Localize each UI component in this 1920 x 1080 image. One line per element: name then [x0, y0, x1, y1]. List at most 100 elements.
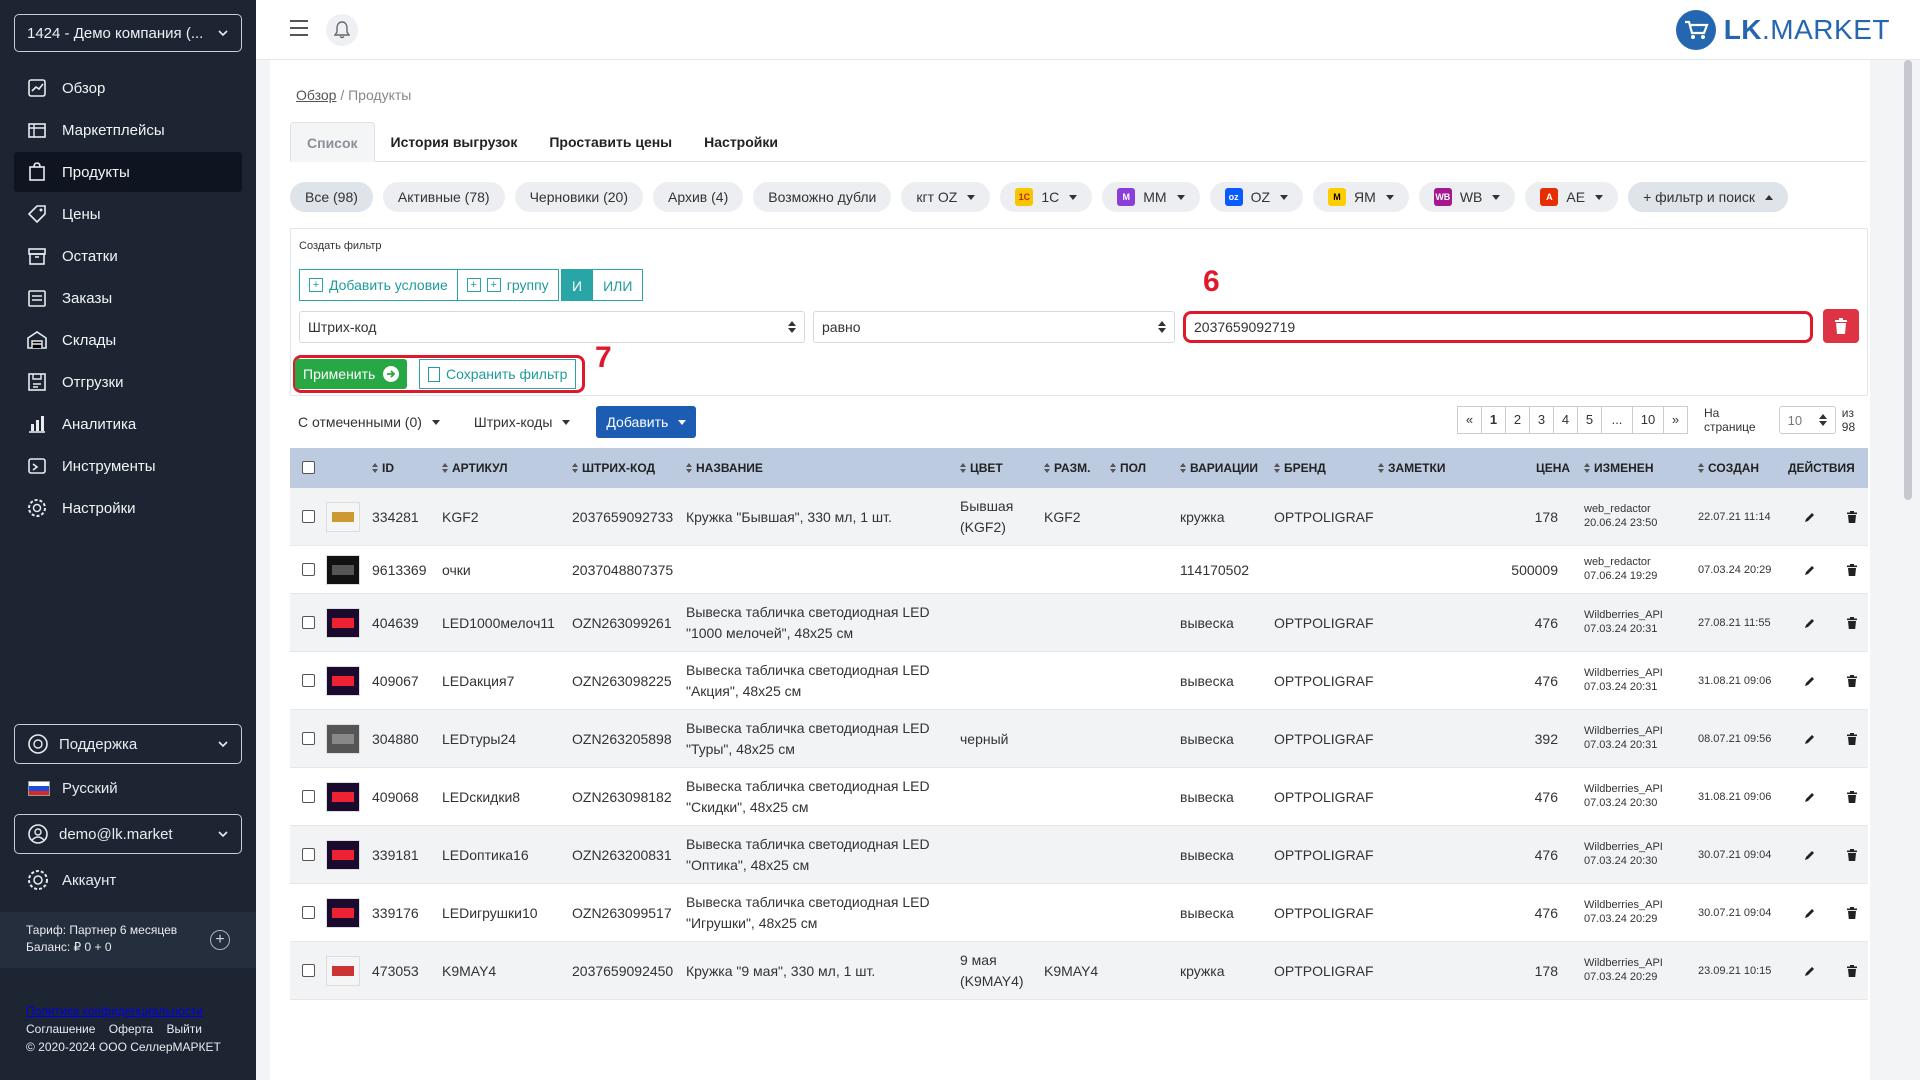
trash-icon[interactable]	[1846, 511, 1858, 523]
pager-page-button[interactable]: 1	[1481, 406, 1506, 434]
chip-oz[interactable]: oz OZ	[1209, 182, 1304, 212]
tab-upload-history[interactable]: История выгрузок	[375, 122, 534, 162]
tab-set-prices[interactable]: Проставить цены	[533, 122, 688, 162]
row-checkbox[interactable]	[302, 674, 315, 687]
cell-name[interactable]: Вывеска табличка светодиодная LED "Игруш…	[686, 892, 948, 934]
account-link[interactable]: Аккаунт	[26, 868, 116, 892]
col-gender[interactable]: ПОЛ	[1110, 461, 1146, 475]
spinner-arrows-icon[interactable]	[1818, 414, 1827, 426]
trash-icon[interactable]	[1846, 617, 1858, 629]
row-checkbox[interactable]	[302, 790, 315, 803]
sidebar-item-analytics[interactable]: Аналитика	[14, 404, 242, 444]
product-thumbnail[interactable]	[326, 724, 360, 754]
col-barcode[interactable]: ШТРИХ-КОД	[572, 461, 655, 475]
chip-ym[interactable]: M ЯМ	[1313, 182, 1409, 212]
chip-archive[interactable]: Архив (4)	[653, 182, 744, 212]
filter-field-select[interactable]: Штрих-код	[299, 311, 805, 343]
trash-icon[interactable]	[1846, 791, 1858, 803]
chip-1c[interactable]: 1С 1С	[1000, 182, 1093, 212]
product-thumbnail[interactable]	[326, 666, 360, 696]
cell-name[interactable]: Вывеска табличка светодиодная LED "Оптик…	[686, 834, 948, 876]
edit-pencil-icon[interactable]	[1804, 965, 1816, 977]
add-group-button[interactable]: + + группу	[456, 269, 559, 301]
edit-pencil-icon[interactable]	[1804, 564, 1816, 576]
chip-wb[interactable]: WB WB	[1418, 182, 1516, 212]
product-thumbnail[interactable]	[326, 956, 360, 986]
apply-filter-button[interactable]: Применить	[295, 359, 408, 389]
edit-pencil-icon[interactable]	[1804, 907, 1816, 919]
with-checked-dropdown[interactable]: С отмеченными (0)	[290, 406, 448, 438]
support-select[interactable]: Поддержка	[14, 724, 242, 764]
chip-all[interactable]: Все (98)	[290, 182, 373, 212]
cell-name[interactable]: Вывеска табличка светодиодная LED "1000 …	[686, 602, 948, 644]
filter-value-input[interactable]	[1183, 311, 1813, 343]
page-scrollbar[interactable]	[1904, 60, 1912, 500]
edit-pencil-icon[interactable]	[1804, 511, 1816, 523]
edit-pencil-icon[interactable]	[1804, 733, 1816, 745]
trash-icon[interactable]	[1846, 849, 1858, 861]
delete-condition-button[interactable]	[1823, 309, 1859, 343]
sidebar-item-tools[interactable]: Инструменты	[14, 446, 242, 486]
add-condition-button[interactable]: + Добавить условие	[299, 269, 458, 301]
col-id[interactable]: ID	[372, 461, 394, 475]
sidebar-item-warehouse[interactable]: Склады	[14, 320, 242, 360]
chip-duplicates[interactable]: Возможно дубли	[753, 182, 892, 212]
table-row[interactable]: 409068 LEDскидки8 OZN263098182 Вывеска табл…	[290, 768, 1868, 826]
cell-name[interactable]: Кружка "Бывшая", 330 мл, 1 шт.	[686, 509, 948, 525]
sidebar-item-products[interactable]: Продукты	[14, 152, 242, 192]
pager-page-button[interactable]: 10	[1632, 406, 1664, 434]
col-name[interactable]: НАЗВАНИЕ	[686, 461, 763, 475]
trash-icon[interactable]	[1846, 733, 1858, 745]
chip-ae[interactable]: A AE	[1525, 182, 1619, 212]
table-row[interactable]: 304880 LEDтуры24 OZN263205898 Вывеска табли…	[290, 710, 1868, 768]
sidebar-item-settings[interactable]: Настройки	[14, 488, 242, 528]
pager-prev-button[interactable]: «	[1457, 406, 1482, 434]
row-checkbox[interactable]	[302, 848, 315, 861]
pager-next-button[interactable]: »	[1663, 406, 1688, 434]
product-thumbnail[interactable]	[326, 898, 360, 928]
row-checkbox[interactable]	[302, 732, 315, 745]
trash-icon[interactable]	[1846, 675, 1858, 687]
table-row[interactable]: 473053 K9MAY4 2037659092450 Кружка "9 мая",…	[290, 942, 1868, 1000]
menu-toggle-icon[interactable]	[290, 20, 308, 36]
table-row[interactable]: 409067 LEDакция7 OZN263098225 Вывеска табли…	[290, 652, 1868, 710]
cell-name[interactable]: Вывеска табличка светодиодная LED "Акция…	[686, 660, 948, 702]
edit-pencil-icon[interactable]	[1804, 849, 1816, 861]
sidebar-item-orders[interactable]: Заказы	[14, 278, 242, 318]
agreement-link[interactable]: Соглашение	[26, 1022, 95, 1036]
trash-icon[interactable]	[1846, 564, 1858, 576]
pager-page-button[interactable]: 5	[1577, 406, 1602, 434]
cell-name[interactable]: Вывеска табличка светодиодная LED "Туры"…	[686, 718, 948, 760]
brand-logo[interactable]: LK.MARKET	[1675, 10, 1890, 50]
cell-name[interactable]: Вывеска табличка светодиодная LED "Скидк…	[686, 776, 948, 818]
pager-page-button[interactable]: ...	[1601, 406, 1633, 434]
chip-drafts[interactable]: Черновики (20)	[514, 182, 643, 212]
tab-settings[interactable]: Настройки	[688, 122, 794, 162]
col-price[interactable]: ЦЕНА	[1536, 461, 1570, 475]
trash-icon[interactable]	[1846, 907, 1858, 919]
barcodes-dropdown[interactable]: Штрих-коды	[466, 406, 579, 438]
row-checkbox[interactable]	[302, 906, 315, 919]
pager-page-button[interactable]: 2	[1505, 406, 1530, 434]
per-page-input[interactable]: 10	[1778, 406, 1836, 434]
add-balance-button[interactable]: +	[210, 930, 230, 950]
table-row[interactable]: 404639 LED1000мелоч11 OZN263099261 Вывеска …	[290, 594, 1868, 652]
table-row[interactable]: 339181 LEDоптика16 OZN263200831 Вывеска таб…	[290, 826, 1868, 884]
chip-filter-search[interactable]: + фильтр и поиск	[1628, 182, 1788, 212]
col-variations[interactable]: ВАРИАЦИИ	[1180, 461, 1258, 475]
logout-link[interactable]: Выйти	[166, 1022, 202, 1036]
edit-pencil-icon[interactable]	[1804, 617, 1816, 629]
add-product-button[interactable]: Добавить	[596, 406, 697, 438]
user-select[interactable]: demo@lk.market	[14, 814, 242, 854]
breadcrumb-overview[interactable]: Обзор	[296, 87, 336, 103]
col-color[interactable]: ЦВЕТ	[960, 461, 1003, 475]
cell-name[interactable]: Кружка "9 мая", 330 мл, 1 шт.	[686, 963, 948, 979]
sidebar-item-price-tag[interactable]: Цены	[14, 194, 242, 234]
select-all-checkbox[interactable]	[302, 461, 315, 474]
table-row[interactable]: 9613369 очки 2037048807375 114170502 500009 w…	[290, 546, 1868, 594]
tab-list[interactable]: Список	[290, 122, 375, 162]
pager-page-button[interactable]: 3	[1529, 406, 1554, 434]
product-thumbnail[interactable]	[326, 840, 360, 870]
company-select[interactable]: 1424 - Демо компания (...	[14, 14, 242, 52]
pager-page-button[interactable]: 4	[1553, 406, 1578, 434]
